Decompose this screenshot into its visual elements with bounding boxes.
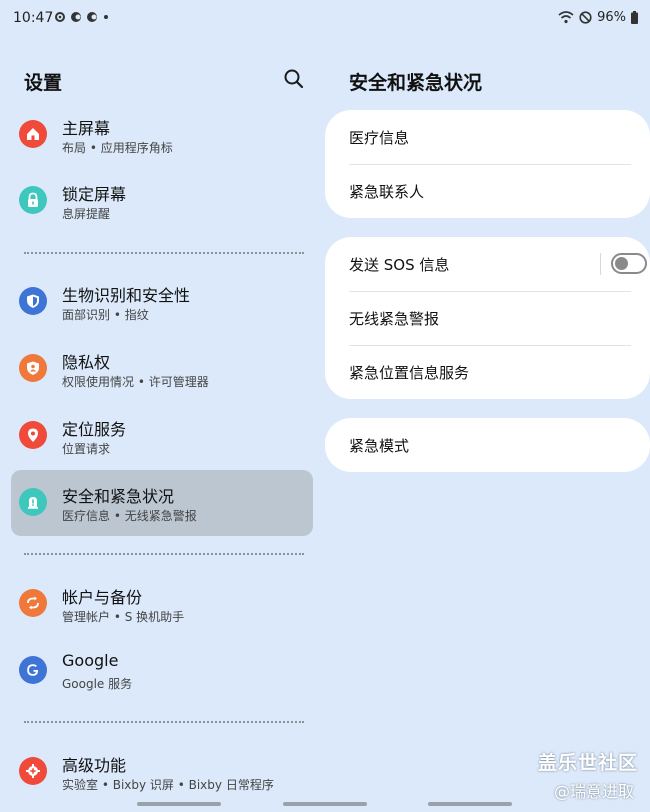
lock-icon (19, 186, 47, 214)
notification-icons (54, 11, 110, 23)
page-title: 设置 (24, 72, 63, 94)
status-right: 96% (558, 10, 638, 25)
section-divider (24, 553, 304, 555)
status-time: 10:47 (13, 10, 54, 26)
settings-item-subtitle: 布局 • 应用程序角标 (62, 141, 173, 155)
row-medical-info[interactable]: 医疗信息 (349, 110, 631, 164)
settings-item-subtitle: 息屏提醒 (62, 207, 111, 221)
app-notification-icon-2 (87, 12, 97, 22)
settings-item-title: 锁定屏幕 (62, 185, 127, 204)
settings-item-privacy[interactable]: 隐私权 权限使用情况 • 许可管理器 (11, 336, 313, 402)
card-sos-alerts: 发送 SOS 信息 无线紧急警报 紧急位置信息服务 (325, 237, 650, 399)
privacy-icon (19, 354, 47, 382)
detail-pane: 安全和紧急状况 医疗信息 紧急联系人 发送 SOS 信息 无线紧急警报 紧急位置… (325, 38, 650, 812)
settings-item-advanced-features[interactable]: 高级功能 实验室 • Bixby 识屏 • Bixby 日常程序 (11, 739, 313, 805)
sync-icon (19, 589, 47, 617)
settings-item-subtitle: 医疗信息 • 无线紧急警报 (62, 509, 197, 523)
settings-item-safety-emergency[interactable]: 安全和紧急状况 医疗信息 • 无线紧急警报 (11, 470, 313, 536)
settings-item-title: 隐私权 (62, 353, 111, 372)
emergency-icon (19, 488, 47, 516)
status-bar: 10:47 96% (0, 0, 650, 38)
settings-item-title: 高级功能 (62, 756, 127, 775)
settings-item-lock-screen[interactable]: 锁定屏幕 息屏提醒 (11, 168, 313, 234)
toggle-knob (615, 257, 628, 270)
more-notifications-dot-icon (104, 15, 108, 19)
row-label: 紧急位置信息服务 (349, 363, 470, 382)
settings-item-title: 主屏幕 (62, 119, 111, 138)
nav-handle-center[interactable] (283, 802, 367, 806)
home-icon (19, 120, 47, 148)
section-divider (24, 721, 304, 723)
row-send-sos[interactable]: 发送 SOS 信息 (349, 237, 647, 291)
settings-item-subtitle: 位置请求 (62, 442, 111, 456)
google-icon (19, 656, 47, 684)
settings-item-title: 定位服务 (62, 420, 127, 439)
app-notification-icon (71, 12, 81, 22)
row-label: 紧急联系人 (349, 182, 425, 201)
settings-item-title: 生物识别和安全性 (62, 286, 191, 305)
watermark-community: 盖乐世社区 (538, 752, 639, 774)
settings-item-location[interactable]: 定位服务 位置请求 (11, 403, 313, 469)
settings-item-title: Google (62, 651, 119, 670)
settings-list-pane: 设置 主屏幕 布局 • 应用程序角标 锁定屏幕 息屏提醒 生物识别和安全性 面部… (0, 38, 325, 812)
row-emergency-contacts[interactable]: 紧急联系人 (349, 164, 631, 218)
row-emergency-location-service[interactable]: 紧急位置信息服务 (349, 345, 631, 399)
nav-handle-left[interactable] (137, 802, 221, 806)
toggle-separator (600, 253, 601, 275)
settings-gear-icon (55, 12, 65, 22)
settings-item-home-screen[interactable]: 主屏幕 布局 • 应用程序角标 (11, 102, 313, 168)
battery-percent: 96% (597, 10, 626, 25)
section-divider (24, 252, 304, 254)
wifi-icon (558, 11, 574, 24)
row-label: 无线紧急警报 (349, 309, 440, 328)
card-emergency-mode: 紧急模式 (325, 418, 650, 472)
settings-item-title: 帐户与备份 (62, 588, 143, 607)
row-label: 发送 SOS 信息 (349, 255, 450, 274)
row-emergency-mode[interactable]: 紧急模式 (349, 418, 631, 472)
detail-title: 安全和紧急状况 (349, 72, 483, 94)
settings-item-subtitle: 面部识别 • 指纹 (62, 308, 149, 322)
settings-item-biometrics-security[interactable]: 生物识别和安全性 面部识别 • 指纹 (11, 269, 313, 335)
battery-icon (631, 11, 638, 24)
settings-item-subtitle: 实验室 • Bixby 识屏 • Bixby 日常程序 (62, 778, 274, 792)
settings-item-subtitle: 管理帐户 • S 换机助手 (62, 610, 185, 624)
card-medical-contacts: 医疗信息 紧急联系人 (325, 110, 650, 218)
settings-item-title: 安全和紧急状况 (62, 487, 175, 506)
settings-item-subtitle: 权限使用情况 • 许可管理器 (62, 375, 209, 389)
location-pin-icon (19, 421, 47, 449)
nav-handle-right[interactable] (428, 802, 512, 806)
search-button[interactable] (282, 67, 306, 91)
watermark-author: @瑞意进取 (554, 782, 635, 801)
settings-item-accounts-backup[interactable]: 帐户与备份 管理帐户 • S 换机助手 (11, 571, 313, 637)
row-label: 医疗信息 (349, 128, 410, 147)
row-wireless-emergency-alerts[interactable]: 无线紧急警报 (349, 291, 631, 345)
row-label: 紧急模式 (349, 436, 410, 455)
search-icon (284, 69, 304, 89)
settings-item-subtitle: Google 服务 (62, 677, 133, 691)
do-not-disturb-icon (579, 11, 592, 24)
shield-icon (19, 287, 47, 315)
gear-plus-icon (19, 757, 47, 785)
sos-toggle[interactable] (611, 253, 647, 274)
settings-item-google[interactable]: Google Google 服务 (11, 638, 313, 704)
